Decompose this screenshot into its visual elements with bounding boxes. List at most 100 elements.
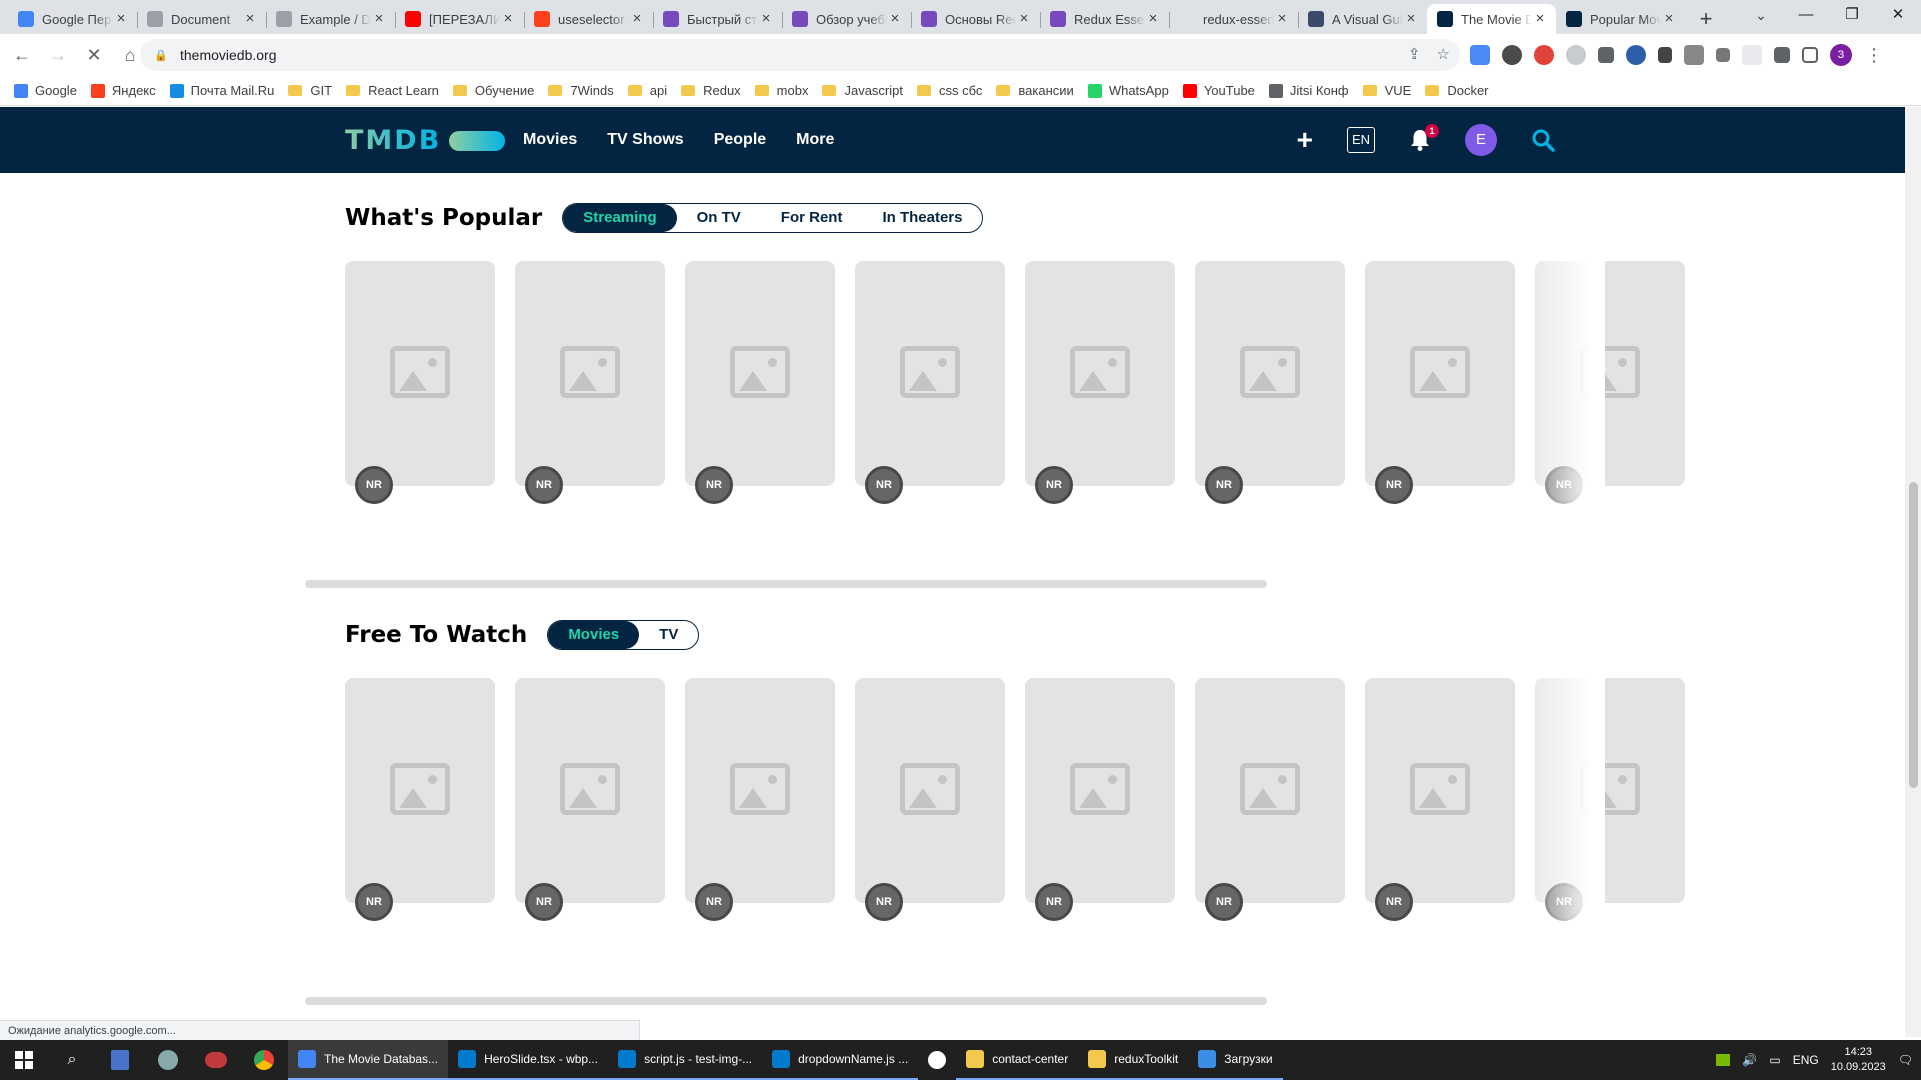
- selector-option-movies[interactable]: Movies: [548, 621, 640, 649]
- close-tab-icon[interactable]: ×: [758, 11, 774, 27]
- taskbar-app[interactable]: script.js - test-img-...: [608, 1040, 763, 1080]
- taskbar-app[interactable]: reduxToolkit: [1078, 1040, 1189, 1080]
- selector-option-for-rent[interactable]: For Rent: [761, 204, 863, 232]
- windows-start-button[interactable]: [0, 1040, 48, 1080]
- browser-tab[interactable]: Popular Movies×: [1556, 4, 1685, 34]
- clock[interactable]: 14:23 10.09.2023: [1831, 1045, 1886, 1075]
- bookmark-folder[interactable]: api: [627, 83, 667, 98]
- tab-search-icon[interactable]: ⌄: [1745, 0, 1777, 30]
- extension-grid-icon[interactable]: [1684, 45, 1704, 65]
- taskbar-app[interactable]: The Movie Databas...: [288, 1040, 449, 1080]
- search-icon[interactable]: [1531, 128, 1555, 152]
- bookmark-link[interactable]: YouTube: [1182, 83, 1255, 98]
- calculator-icon[interactable]: [96, 1040, 144, 1080]
- browser-tab[interactable]: Example / Docs×: [266, 4, 395, 34]
- free-to-watch-card-scroller[interactable]: NRNRNRNRNRNRNRNR: [345, 678, 1685, 938]
- close-tab-icon[interactable]: ×: [887, 11, 903, 27]
- browser-tab[interactable]: useselector ×: [524, 4, 653, 34]
- close-tab-icon[interactable]: ×: [1145, 11, 1161, 27]
- new-tab-button[interactable]: +: [1691, 4, 1721, 34]
- taskbar-app[interactable]: HeroSlide.tsx - wbp...: [448, 1040, 609, 1080]
- nvidia-icon[interactable]: [1716, 1054, 1731, 1066]
- taskbar-app[interactable]: Загрузки: [1188, 1040, 1283, 1080]
- bookmark-folder[interactable]: GIT: [288, 83, 332, 98]
- poster-card[interactable]: NR: [345, 261, 495, 504]
- lock-icon[interactable]: 🔒: [154, 49, 168, 62]
- nav-tv-shows[interactable]: TV Shows: [607, 131, 683, 149]
- move-extension-icon[interactable]: [1598, 47, 1614, 63]
- close-tab-icon[interactable]: ×: [1274, 11, 1290, 27]
- taskbar-app[interactable]: [918, 1040, 956, 1080]
- game-icon[interactable]: [192, 1040, 240, 1080]
- user-avatar[interactable]: E: [1465, 124, 1497, 156]
- extension-blue-icon[interactable]: [1626, 45, 1646, 65]
- browser-tab[interactable]: Основы Redux×: [911, 4, 1040, 34]
- bookmark-folder[interactable]: css сбс: [917, 83, 982, 98]
- nav-people[interactable]: People: [714, 131, 766, 149]
- browser-tab[interactable]: The Movie Database×: [1427, 4, 1556, 34]
- bookmark-star-icon[interactable]: ☆: [1437, 45, 1450, 63]
- selector-option-streaming[interactable]: Streaming: [563, 204, 677, 232]
- extension-icon[interactable]: [1566, 45, 1586, 65]
- poster-card[interactable]: NR: [1025, 261, 1175, 504]
- taskbar-app[interactable]: dropdownName.js ...: [762, 1040, 919, 1080]
- browser-tab[interactable]: [ПЕРЕЗАЛИВ]×: [395, 4, 524, 34]
- poster-card[interactable]: NR: [685, 261, 835, 504]
- poster-card[interactable]: NR: [685, 678, 835, 921]
- minimize-button[interactable]: —: [1783, 0, 1829, 30]
- close-tab-icon[interactable]: ×: [1532, 11, 1548, 27]
- address-url[interactable]: themoviedb.org: [180, 47, 277, 63]
- poster-card[interactable]: NR: [1025, 678, 1175, 921]
- bookmark-link[interactable]: Google: [14, 83, 77, 98]
- browser-tab[interactable]: A Visual Guide×: [1298, 4, 1427, 34]
- bookmark-link[interactable]: Jitsi Конф: [1268, 83, 1349, 98]
- browser-tab[interactable]: Redux Essentials×: [1040, 4, 1169, 34]
- puzzle-icon[interactable]: [1774, 47, 1790, 63]
- popular-card-scroller[interactable]: NRNRNRNRNRNRNRNR: [345, 261, 1685, 521]
- browser-tab[interactable]: redux-essentials×: [1169, 4, 1298, 34]
- bookmark-folder[interactable]: React Learn: [346, 83, 439, 98]
- close-tab-icon[interactable]: ×: [113, 11, 129, 27]
- poster-card[interactable]: NR: [1195, 678, 1345, 921]
- notification-center-icon[interactable]: 🗨: [1898, 1053, 1913, 1067]
- kebab-menu-icon[interactable]: ⋮: [1864, 45, 1884, 66]
- tmdb-logo[interactable]: TMDB: [345, 125, 506, 156]
- popular-horizontal-scrollbar[interactable]: [305, 580, 1267, 588]
- side-panel-icon[interactable]: [1802, 47, 1818, 63]
- free-to-watch-horizontal-scrollbar[interactable]: [305, 997, 1267, 1005]
- close-tab-icon[interactable]: ×: [1016, 11, 1032, 27]
- bookmark-folder[interactable]: mobx: [754, 83, 808, 98]
- maximize-button[interactable]: ❐: [1829, 0, 1875, 30]
- poster-card[interactable]: NR: [515, 261, 665, 504]
- address-bar[interactable]: 🔒 themoviedb.org ⇪ ☆: [140, 39, 1460, 71]
- extension-box-icon[interactable]: [1742, 45, 1762, 65]
- selector-option-tv[interactable]: TV: [639, 621, 698, 649]
- language-selector[interactable]: EN: [1347, 127, 1375, 153]
- forward-icon[interactable]: →: [44, 41, 72, 69]
- close-tab-icon[interactable]: ×: [1403, 11, 1419, 27]
- bookmark-link[interactable]: Яндекс: [90, 83, 156, 98]
- paint-icon[interactable]: [144, 1040, 192, 1080]
- bookmark-folder[interactable]: Redux: [681, 83, 741, 98]
- volume-icon[interactable]: 🔊: [1742, 1053, 1757, 1067]
- close-tab-icon[interactable]: ×: [500, 11, 516, 27]
- bookmark-folder[interactable]: Docker: [1425, 83, 1489, 98]
- adblock-extension-icon[interactable]: [1534, 45, 1554, 65]
- vpn-extension-icon[interactable]: [1502, 45, 1522, 65]
- back-icon[interactable]: ←: [8, 41, 36, 69]
- bookmark-link[interactable]: WhatsApp: [1087, 83, 1169, 98]
- bookmark-folder[interactable]: Javascript: [822, 83, 903, 98]
- close-window-button[interactable]: ✕: [1875, 0, 1921, 30]
- extension-bracket-icon[interactable]: [1658, 47, 1672, 63]
- close-tab-icon[interactable]: ×: [1661, 11, 1677, 27]
- browser-tab[interactable]: Document ×: [137, 4, 266, 34]
- extension-filter-icon[interactable]: [1716, 48, 1730, 62]
- bookmark-folder[interactable]: вакансии: [996, 83, 1074, 98]
- network-icon[interactable]: ▭: [1769, 1053, 1780, 1067]
- close-tab-icon[interactable]: ×: [242, 11, 258, 27]
- close-tab-icon[interactable]: ×: [629, 11, 645, 27]
- selector-option-in-theaters[interactable]: In Theaters: [862, 204, 982, 232]
- input-language[interactable]: ENG: [1793, 1053, 1819, 1067]
- selector-option-on-tv[interactable]: On TV: [677, 204, 761, 232]
- chrome-icon[interactable]: [240, 1040, 288, 1080]
